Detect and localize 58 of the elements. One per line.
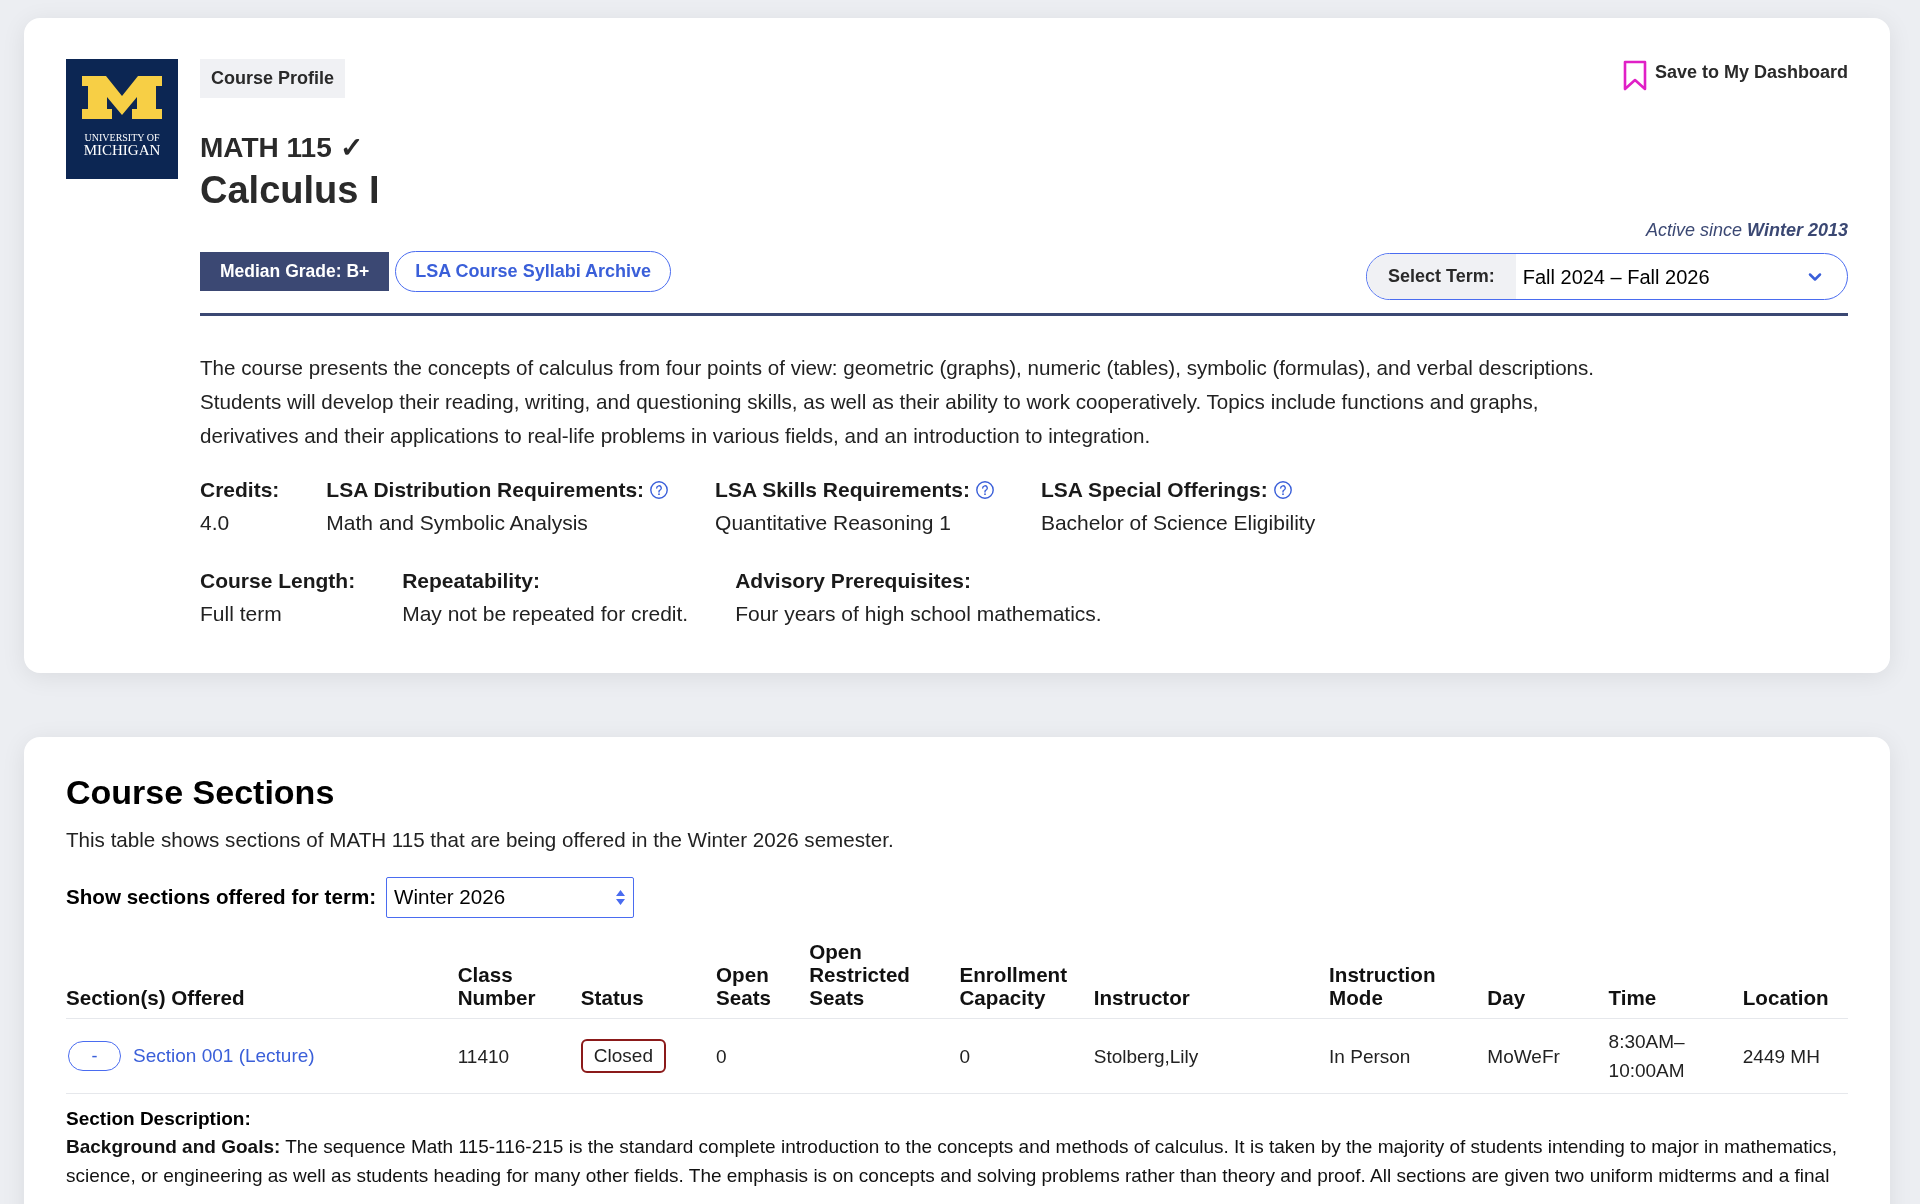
attribute-label: Repeatability:	[402, 568, 540, 594]
column-header: Location	[1742, 986, 1830, 1009]
attribute-label: LSA Special Offerings:	[1040, 477, 1268, 503]
attribute-value: 4.0	[200, 510, 231, 536]
column-header: Section(s) Offered	[66, 986, 246, 1009]
table-cell-text: 0	[716, 1044, 728, 1069]
attribute-label: LSA Distribution Requirements:	[326, 477, 645, 503]
attribute-value: Bachelor of Science Eligibility	[1040, 510, 1316, 536]
term-select-label: Select Term:	[1367, 254, 1516, 299]
attribute-value: Quantitative Reasoning 1	[715, 510, 952, 536]
attribute-label: Advisory Prerequisites:	[735, 568, 971, 594]
help-icon[interactable]	[1273, 480, 1292, 499]
logo-text: UNIVERSITY OF	[84, 132, 160, 143]
column-header: Day	[1487, 986, 1527, 1009]
attribute-label: Course Length:	[200, 568, 356, 594]
course-code: MATH 115 ✓	[200, 131, 363, 165]
term-filter-select[interactable]: Winter 2026	[386, 877, 635, 918]
table-cell-text: 11410	[457, 1044, 511, 1069]
column-header: Time	[1608, 986, 1658, 1009]
table-cell-text: MoWeFr	[1487, 1044, 1561, 1069]
help-icon[interactable]	[650, 480, 669, 499]
up-down-arrows-icon	[616, 890, 626, 905]
attribute-value: Math and Symbolic Analysis	[326, 510, 589, 536]
column-header: Instruction Mode	[1329, 963, 1437, 1009]
term-filter-label: Show sections offered for term:	[66, 884, 377, 911]
page-tag: Course Profile	[200, 59, 346, 98]
column-header: Instructor	[1093, 986, 1191, 1009]
column-header: Class Number	[457, 963, 537, 1009]
course-title: Calculus I	[200, 168, 380, 212]
table-cell-text: In Person	[1329, 1044, 1412, 1069]
column-header: Status	[580, 986, 645, 1009]
logo-text: MICHIGAN	[83, 143, 161, 158]
table-cell-text: Stolberg,Lily	[1093, 1044, 1200, 1069]
m-logo-icon	[82, 76, 162, 119]
save-to-dashboard-link[interactable]: Save to My Dashboard	[1622, 60, 1848, 92]
bookmark-icon	[1622, 60, 1647, 92]
table-cell-text: 2449 MH	[1742, 1044, 1821, 1069]
attribute-label: LSA Skills Requirements:	[715, 477, 970, 503]
sections-heading: Course Sections	[66, 772, 336, 812]
active-since-text: Active since Winter 2013	[1646, 219, 1848, 242]
sections-intro: This table shows sections of MATH 115 that are being offered in the Winter 2026 semester.	[66, 827, 895, 853]
attribute-value: Full term	[200, 601, 283, 627]
table-cell-text: 0	[959, 1044, 972, 1069]
status-badge: Closed	[580, 1039, 666, 1073]
attribute-value: May not be repeated for credit.	[402, 601, 689, 627]
attribute-value: Four years of high school mathematics.	[735, 601, 1102, 627]
section-description: Background and Goals: The sequence Math 115-116-215 is the standard complete introduction to the concepts and methods of calculus. It is taken by the majority of students intending to major in mathematics, science, or engineering as well as students heading for many other fields. The emphasis is on concepts and solving problems rather than theory and proof. All sections are given two uniform midterms and a final	[66, 1135, 1839, 1188]
table-cell-text: 8:30AM–10:00AM	[1608, 1030, 1686, 1083]
section-description-heading: Section Description:	[66, 1107, 252, 1131]
section-link[interactable]: Section 001 (Lecture)	[133, 1041, 315, 1071]
column-header: Open Restricted Seats	[809, 940, 911, 1009]
column-header: Enrollment Capacity	[959, 963, 1069, 1009]
median-grade-badge: Median Grade: B+	[200, 252, 390, 291]
help-icon[interactable]	[975, 480, 994, 499]
column-header: Open Seats	[716, 963, 773, 1009]
attribute-label: Credits:	[200, 477, 280, 503]
collapse-button[interactable]: -	[68, 1041, 121, 1071]
course-description: The course presents the concepts of calculus from four points of view: geometric (graphs), numeric (tables), symbolic (formulas), and verbal descriptions. Students will develop their reading, writing, and questioning skills, as well as their ability to work cooperatively. Topics include functions and graphs, derivatives and their applications to real-life problems in various fields, and an introduction to integration.	[200, 355, 1596, 449]
